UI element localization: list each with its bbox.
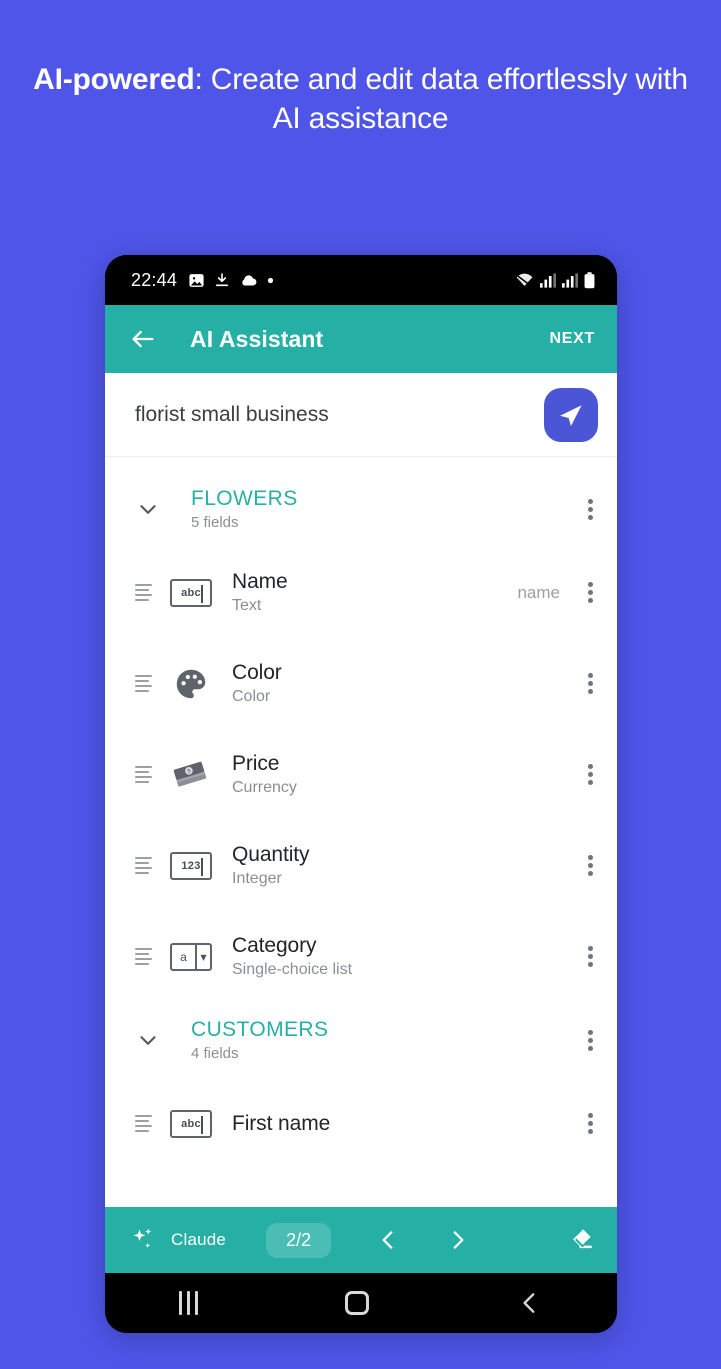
phone-frame: 22:44 AI Assistant NEXT florist small bu… bbox=[105, 255, 617, 1333]
signal-icon bbox=[540, 272, 556, 288]
prompt-bar: florist small business bbox=[105, 373, 617, 457]
page-title: AI-powered: Create and edit data effortl… bbox=[0, 60, 721, 138]
status-right-icons bbox=[515, 271, 595, 289]
field-hint: name bbox=[517, 582, 560, 602]
prompt-input[interactable]: florist small business bbox=[135, 403, 544, 427]
android-nav-bar bbox=[105, 1273, 617, 1333]
section-header-flowers[interactable]: FLOWERS 5 fields bbox=[105, 471, 617, 547]
app-bar-title: AI Assistant bbox=[190, 325, 324, 352]
field-type: Integer bbox=[232, 870, 282, 887]
field-name: Color bbox=[232, 661, 282, 684]
home-icon[interactable] bbox=[345, 1291, 370, 1315]
signal-icon bbox=[562, 272, 578, 288]
send-button[interactable] bbox=[544, 387, 598, 442]
field-name: Category bbox=[232, 934, 317, 957]
headline-rest: : Create and edit data effortlessly with… bbox=[194, 63, 688, 135]
download-icon bbox=[215, 273, 229, 287]
drag-handle-icon[interactable] bbox=[135, 854, 152, 877]
field-row[interactable]: Color Color bbox=[105, 638, 617, 729]
drag-handle-icon[interactable] bbox=[135, 581, 152, 604]
drag-handle-icon[interactable] bbox=[135, 1112, 152, 1135]
field-type: Color bbox=[232, 688, 271, 705]
section-header-customers[interactable]: CUSTOMERS 4 fields bbox=[105, 1002, 617, 1078]
image-icon bbox=[189, 273, 204, 287]
fields-list[interactable]: FLOWERS 5 fields abc Name Text name Colo… bbox=[105, 457, 617, 1207]
back-arrow-icon[interactable] bbox=[129, 325, 157, 353]
field-type: Currency bbox=[232, 779, 297, 796]
field-overflow-menu[interactable] bbox=[588, 579, 593, 606]
field-name: First name bbox=[232, 1111, 331, 1135]
field-row[interactable]: $ Price Currency bbox=[105, 729, 617, 820]
field-row[interactable]: abc Name Text name bbox=[105, 547, 617, 638]
send-icon bbox=[560, 404, 582, 426]
field-row[interactable]: 123 Quantity Integer bbox=[105, 820, 617, 911]
back-icon[interactable] bbox=[517, 1290, 543, 1316]
abc-text-icon: abc bbox=[168, 570, 214, 616]
sparkle-icon bbox=[133, 1228, 152, 1249]
field-name: Price bbox=[232, 752, 280, 775]
app-bar: AI Assistant NEXT bbox=[105, 305, 617, 373]
dropdown-icon: a ▾ bbox=[168, 934, 214, 980]
chevron-down-icon[interactable] bbox=[135, 496, 161, 522]
drag-handle-icon[interactable] bbox=[135, 763, 152, 786]
ai-model-name: Claude bbox=[171, 1230, 227, 1249]
abc-text-icon: abc bbox=[168, 1101, 214, 1147]
status-time: 22:44 bbox=[131, 269, 178, 290]
section-title: CUSTOMERS bbox=[191, 1018, 329, 1041]
chevron-left-icon[interactable] bbox=[375, 1227, 401, 1253]
dot-icon bbox=[267, 277, 274, 283]
section-subtitle: 5 fields bbox=[191, 514, 239, 531]
field-overflow-menu[interactable] bbox=[588, 761, 593, 788]
drag-handle-icon[interactable] bbox=[135, 945, 152, 968]
field-type: Text bbox=[232, 597, 262, 614]
cloud-icon bbox=[242, 275, 257, 286]
headline-bold: AI-powered bbox=[33, 63, 195, 96]
field-row[interactable]: a ▾ Category Single-choice list bbox=[105, 911, 617, 1002]
number-123-icon: 123 bbox=[168, 843, 214, 889]
field-overflow-menu[interactable] bbox=[588, 670, 593, 697]
wifi-icon bbox=[515, 273, 533, 287]
ai-bottom-bar: Claude 2/2 bbox=[105, 1207, 617, 1273]
chevron-right-icon[interactable] bbox=[445, 1227, 471, 1253]
drag-handle-icon[interactable] bbox=[135, 672, 152, 695]
next-button[interactable]: NEXT bbox=[550, 330, 595, 348]
field-name: Name bbox=[232, 570, 288, 593]
section-subtitle: 4 fields bbox=[191, 1045, 239, 1062]
palette-icon bbox=[168, 661, 214, 707]
field-row[interactable]: abc First name bbox=[105, 1078, 617, 1169]
field-overflow-menu[interactable] bbox=[588, 852, 593, 879]
status-left-icons bbox=[188, 272, 274, 289]
eraser-icon[interactable] bbox=[565, 1225, 595, 1255]
battery-icon bbox=[584, 271, 595, 288]
field-name: Quantity bbox=[232, 843, 310, 866]
recents-icon[interactable] bbox=[178, 1291, 198, 1315]
field-type: Single-choice list bbox=[232, 961, 353, 978]
money-icon: $ bbox=[168, 752, 214, 798]
field-overflow-menu[interactable] bbox=[588, 1110, 593, 1137]
field-overflow-menu[interactable] bbox=[588, 943, 593, 970]
ai-result-counter: 2/2 bbox=[266, 1222, 332, 1258]
section-overflow-menu[interactable] bbox=[588, 496, 593, 523]
section-overflow-menu[interactable] bbox=[588, 1027, 593, 1054]
status-bar: 22:44 bbox=[105, 255, 617, 305]
section-title: FLOWERS bbox=[191, 487, 298, 510]
chevron-down-icon[interactable] bbox=[135, 1027, 161, 1053]
